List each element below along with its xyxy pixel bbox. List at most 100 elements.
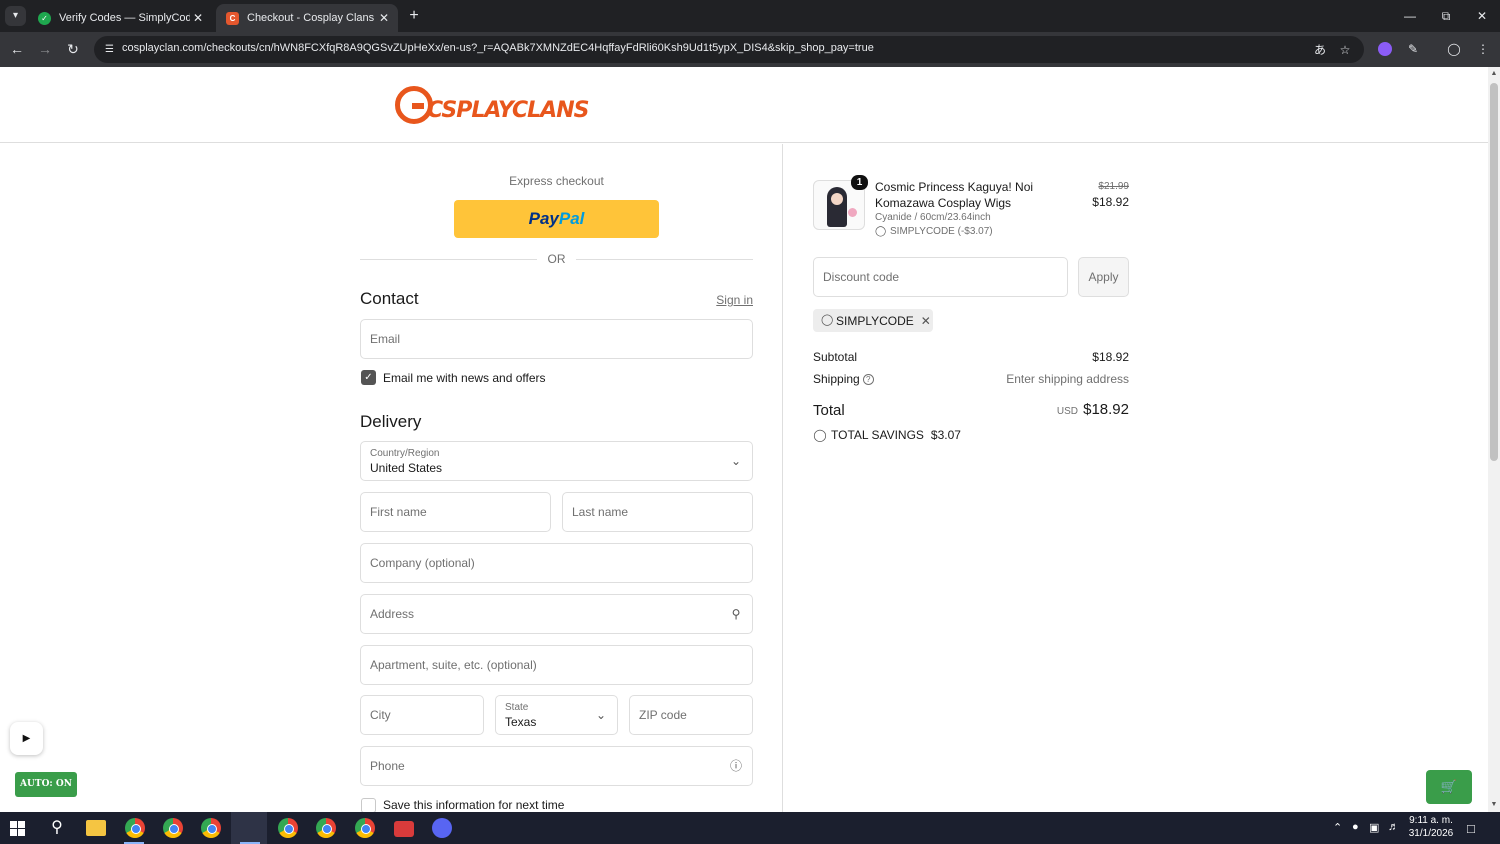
volume-icon[interactable]: ♬ [1388,821,1399,833]
subtotal-row: Subtotal $18.92 [813,350,1129,364]
address-field[interactable]: Address ⚲ [360,594,753,634]
url-text[interactable]: cosplayclan.com/checkouts/cn/hWN8FCXfqR8… [122,42,874,54]
profile-icon[interactable]: ◯ [1445,40,1463,58]
chrome-icon[interactable] [201,818,221,838]
email-field[interactable]: Email [360,319,753,359]
paypal-logo-pay: Pay [528,209,559,228]
country-select[interactable]: Country/Region United States ⌄ [360,441,753,481]
tag-icon: ◯ [875,226,887,237]
city-placeholder: City [370,708,391,722]
address-bar[interactable]: ☰ cosplayclan.com/checkouts/cn/hWN8FCXfq… [94,36,1364,63]
applied-code-text: SIMPLYCODE [836,313,914,328]
chrome-icon[interactable] [163,818,183,838]
checkout-page: CSPLAYCLANS Express checkout PayPal OR C… [0,67,1488,812]
menu-kebab-icon[interactable]: ⋮ [1474,40,1492,58]
scroll-thumb[interactable] [1490,83,1498,461]
apartment-field[interactable]: Apartment, suite, etc. (optional) [360,645,753,685]
tab-simplycodes[interactable]: ✓ Verify Codes — SimplyCodes ✕ [28,4,212,32]
tab-title: Checkout - Cosplay Clans [247,12,375,24]
play-icon[interactable]: ▶ [10,722,43,755]
bookmark-star-icon[interactable]: ☆ [1337,42,1353,58]
microphone-icon[interactable]: ● [1352,821,1359,833]
search-icon[interactable]: ⚲ [46,818,68,838]
search-icon: ⚲ [731,607,741,621]
product-discount-text: SIMPLYCODE (-$3.07) [890,226,993,237]
restore-button[interactable]: ⧉ [1431,6,1461,26]
zip-placeholder: ZIP code [639,708,687,722]
close-icon[interactable]: ✕ [190,10,206,26]
quantity-badge: 1 [851,175,868,190]
extensions-puzzle-icon[interactable]: ✎ [1404,40,1422,58]
email-placeholder: Email [370,332,401,346]
state-value: Texas [505,715,537,729]
system-clock[interactable]: 9:11 a. m. 31/1/2026 [1403,814,1459,840]
reload-icon[interactable]: ↻ [63,39,83,59]
tray-overflow-icon[interactable]: ⌃ [1333,821,1342,834]
chrome-icon[interactable] [355,818,375,838]
auto-toggle-badge[interactable]: AUTO: ON [15,772,77,797]
chrome-icon[interactable] [278,818,298,838]
forward-icon[interactable]: → [35,39,55,59]
applied-code-chip: ◯ SIMPLYCODE ✕ [813,309,933,332]
shipping-row: Shipping? Enter shipping address [813,372,1129,386]
first-name-placeholder: First name [370,505,427,519]
notifications-icon[interactable]: □ [1467,821,1475,836]
tab-title: Verify Codes — SimplyCodes [59,12,190,24]
file-explorer-icon[interactable] [86,820,106,836]
new-tab-button[interactable]: + [405,7,423,25]
company-field[interactable]: Company (optional) [360,543,753,583]
back-icon[interactable]: ← [7,39,27,59]
phone-field[interactable]: Phone ⓘ [360,746,753,786]
total-value: $18.92 [1083,401,1129,418]
column-divider [782,144,783,812]
company-placeholder: Company (optional) [370,556,475,570]
minimize-button[interactable]: — [1395,6,1425,26]
or-label: OR [547,252,566,266]
site-settings-icon[interactable]: ☰ [102,42,117,57]
app-red-icon[interactable] [394,821,414,837]
first-name-field[interactable]: First name [360,492,551,532]
paypal-button[interactable]: PayPal [454,200,659,238]
last-name-field[interactable]: Last name [562,492,753,532]
help-circle-icon[interactable]: ? [862,374,874,386]
discount-code-input[interactable]: Discount code [813,257,1068,297]
newsletter-checkbox[interactable]: ✓ [361,370,376,385]
sign-in-link[interactable]: Sign in [700,293,753,307]
tab-checkout[interactable]: C Checkout - Cosplay Clans ✕ [216,4,398,32]
order-summary-panel [783,144,1488,812]
subtotal-label: Subtotal [813,350,858,364]
tag-icon: ◯ [821,314,834,326]
help-circle-icon[interactable]: ⓘ [729,759,743,773]
apply-button[interactable]: Apply [1078,257,1129,297]
total-savings: ◯ TOTAL SAVINGS $3.07 [813,428,961,442]
city-field[interactable]: City [360,695,484,735]
close-window-button[interactable]: ✕ [1467,6,1497,26]
zip-field[interactable]: ZIP code [629,695,753,735]
save-info-checkbox[interactable] [361,798,376,812]
state-select[interactable]: State Texas ⌄ [495,695,618,735]
tab-search-button[interactable]: ▾ [5,6,26,26]
shipping-label: Shipping [813,372,860,386]
product-discount: ◯ SIMPLYCODE (-$3.07) [875,226,993,237]
store-logo[interactable]: CSPLAYCLANS [395,83,589,127]
close-icon[interactable]: ✕ [376,10,392,26]
chrome-icon[interactable] [316,818,336,838]
state-label: State [505,702,529,713]
save-info-label: Save this information for next time [383,798,565,812]
accessory-shape [848,208,857,217]
scroll-down-icon[interactable]: ▼ [1490,801,1498,809]
page-scrollbar[interactable]: ▲ ▼ [1488,67,1500,812]
browser-tab-bar: ▾ ✓ Verify Codes — SimplyCodes ✕ C Check… [0,0,1500,32]
chrome-icon[interactable] [125,818,145,838]
extension-icon[interactable] [1378,42,1392,56]
remove-code-icon[interactable]: ✕ [921,314,931,328]
scroll-up-icon[interactable]: ▲ [1490,70,1498,78]
last-name-placeholder: Last name [572,505,629,519]
tag-icon: ◯ [813,427,827,442]
network-icon[interactable]: ▣ [1369,821,1379,834]
phone-placeholder: Phone [370,759,405,773]
cart-icon[interactable]: 🛒 [1426,770,1472,804]
discord-icon[interactable] [432,818,452,838]
translate-icon[interactable]: あ [1312,42,1328,58]
windows-start-icon[interactable] [10,821,25,836]
